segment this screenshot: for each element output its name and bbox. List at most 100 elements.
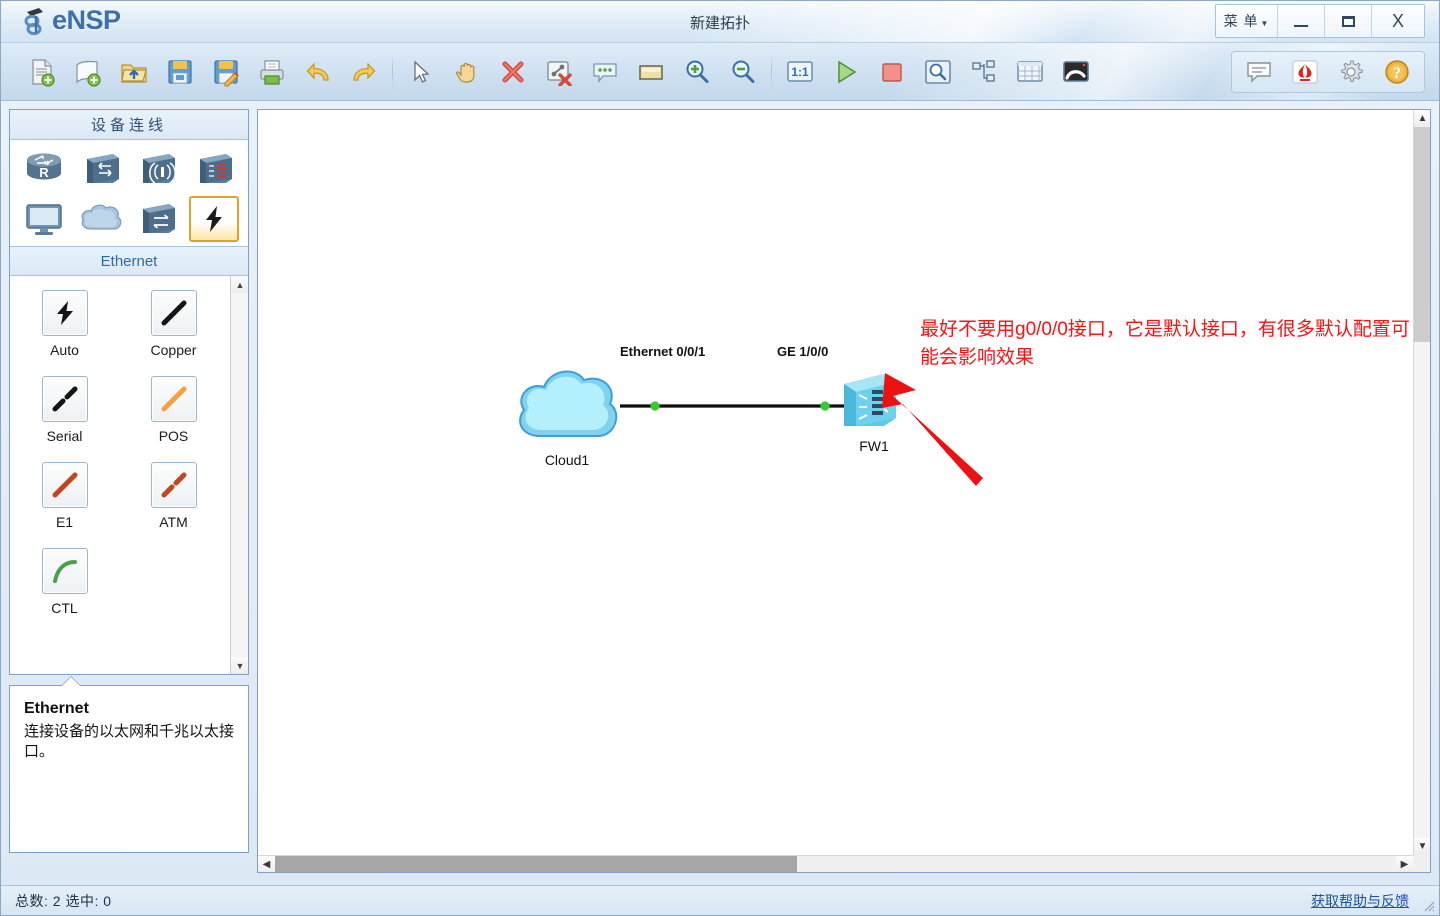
undo-icon	[306, 61, 329, 81]
connection-item-pos[interactable]: POS	[119, 376, 228, 444]
svg-text:1:1: 1:1	[791, 65, 809, 79]
new-blank-button[interactable]	[65, 51, 111, 93]
new-topology-button[interactable]	[19, 51, 65, 93]
sidebar-device-connection[interactable]	[189, 196, 240, 242]
shape-button[interactable]	[628, 51, 674, 93]
cloud-node[interactable]: Cloud1	[512, 360, 622, 468]
zoom-reset-button[interactable]: 1:1	[777, 51, 823, 93]
connection-device-icon	[206, 206, 223, 232]
menu-button[interactable]: 菜 单 ▼	[1216, 5, 1278, 37]
pan-button[interactable]	[444, 51, 490, 93]
connection-label: Copper	[150, 342, 197, 358]
connection-item-auto[interactable]: Auto	[10, 290, 119, 358]
scroll-track[interactable]	[231, 293, 248, 657]
zoom-reset-icon: 1:1	[787, 60, 813, 82]
topology-canvas[interactable]: Cloud1 FW1 Ethernet 0/0/1 GE 1/0/0 最好不要用…	[258, 110, 1413, 855]
settings-button[interactable]	[1328, 51, 1374, 93]
grid-button[interactable]	[1007, 51, 1053, 93]
connection-label: E1	[55, 514, 74, 530]
connection-list-scrollbar[interactable]: ▲ ▼	[230, 276, 248, 674]
connection-item-e1[interactable]: E1	[10, 462, 119, 530]
main-toolbar: 1:1 ?	[1, 43, 1439, 101]
save-as-button[interactable]	[203, 51, 249, 93]
scroll-down-icon[interactable]: ▼	[1414, 838, 1430, 855]
svg-text:R: R	[39, 165, 49, 180]
horizontal-scroll-thumb[interactable]	[275, 856, 797, 872]
connection-label: POS	[158, 428, 189, 444]
delete-button[interactable]	[490, 51, 536, 93]
customize-device-icon	[143, 204, 176, 233]
help-button[interactable]: ?	[1374, 51, 1420, 93]
packet-capture-button[interactable]	[915, 51, 961, 93]
main-body: 设备连线 R Ethernet Auto Copper Serial POS E…	[1, 101, 1439, 873]
settings-gear-icon	[1341, 60, 1363, 82]
sidebar-device-cloud[interactable]	[76, 196, 126, 242]
sidebar-device-firewall[interactable]	[189, 146, 239, 192]
resize-grip-icon[interactable]	[1421, 898, 1435, 912]
stop-device-button[interactable]	[869, 51, 915, 93]
delete-link-icon	[547, 60, 572, 86]
topology-link-layer	[620, 401, 846, 411]
sidebar-device-customize[interactable]	[132, 196, 182, 242]
huawei-button[interactable]	[1282, 51, 1328, 93]
start-device-button[interactable]	[823, 51, 869, 93]
description-text: 连接设备的以太网和千兆以太接口。	[24, 723, 235, 760]
print-button[interactable]	[249, 51, 295, 93]
vertical-scroll-thumb[interactable]	[1414, 127, 1430, 342]
save-button[interactable]	[157, 51, 203, 93]
topology-canvas-panel: Cloud1 FW1 Ethernet 0/0/1 GE 1/0/0 最好不要用…	[257, 109, 1431, 873]
sidebar-device-endpoint[interactable]	[19, 196, 69, 242]
comment-button[interactable]	[582, 51, 628, 93]
device-panel: 设备连线 R Ethernet Auto Copper Serial POS E…	[9, 109, 249, 675]
sidebar-device-router[interactable]: R	[19, 146, 69, 192]
feedback-button[interactable]	[1236, 51, 1282, 93]
connection-label: CTL	[51, 600, 78, 616]
scroll-left-icon[interactable]: ◀	[258, 856, 275, 872]
scroll-down-icon[interactable]: ▼	[231, 657, 248, 674]
save-as-icon	[214, 59, 239, 86]
auto-link-icon	[41, 290, 88, 336]
select-button[interactable]	[398, 51, 444, 93]
sidebar-device-wlan[interactable]	[132, 146, 182, 192]
maximize-button[interactable]	[1325, 5, 1372, 37]
firewall-device-icon	[200, 154, 233, 183]
atm-link-icon	[150, 462, 197, 508]
delete-link-button[interactable]	[536, 51, 582, 93]
serial-link-icon	[41, 376, 88, 422]
undo-button[interactable]	[295, 51, 341, 93]
scroll-up-icon[interactable]: ▲	[231, 276, 248, 293]
topology-tree-button[interactable]	[961, 51, 1007, 93]
close-button[interactable]: X	[1372, 5, 1424, 37]
connection-item-copper[interactable]: Copper	[119, 290, 228, 358]
canvas-horizontal-scrollbar[interactable]: ◀ ▶	[258, 855, 1413, 872]
sidebar-device-switch[interactable]	[76, 146, 126, 192]
source-interface-label: Ethernet 0/0/1	[620, 344, 706, 359]
minimap-button[interactable]	[1053, 51, 1099, 93]
grid-icon	[1017, 60, 1043, 82]
connection-label: Serial	[46, 428, 83, 444]
minimize-button[interactable]	[1278, 5, 1325, 37]
redo-button[interactable]	[341, 51, 387, 93]
canvas-vertical-scrollbar[interactable]: ▲ ▼	[1413, 110, 1430, 855]
router-device-icon: R	[26, 153, 61, 180]
scrollbar-corner	[1413, 855, 1430, 872]
pos-link-icon	[150, 376, 197, 422]
comment-icon	[593, 62, 617, 83]
connection-label: ATM	[159, 514, 188, 530]
target-interface-label: GE 1/0/0	[777, 344, 829, 359]
endpoint-device-icon	[26, 204, 62, 235]
zoom-in-button[interactable]	[674, 51, 720, 93]
cloud-device-icon	[81, 204, 122, 230]
connection-item-ctl[interactable]: CTL	[10, 548, 119, 616]
connection-item-serial[interactable]: Serial	[10, 376, 119, 444]
scroll-right-icon[interactable]: ▶	[1396, 856, 1413, 872]
connection-item-atm[interactable]: ATM	[119, 462, 228, 530]
minimap-icon	[1063, 60, 1089, 82]
scroll-up-icon[interactable]: ▲	[1414, 110, 1430, 127]
connection-list: Auto Copper Serial POS E1 ATM CTL ▲ ▼	[10, 276, 248, 674]
device-panel-header: 设备连线	[10, 110, 248, 140]
help-feedback-link[interactable]: 获取帮助与反馈	[1311, 891, 1409, 911]
open-button[interactable]	[111, 51, 157, 93]
zoom-out-button[interactable]	[720, 51, 766, 93]
save-icon	[168, 59, 192, 84]
